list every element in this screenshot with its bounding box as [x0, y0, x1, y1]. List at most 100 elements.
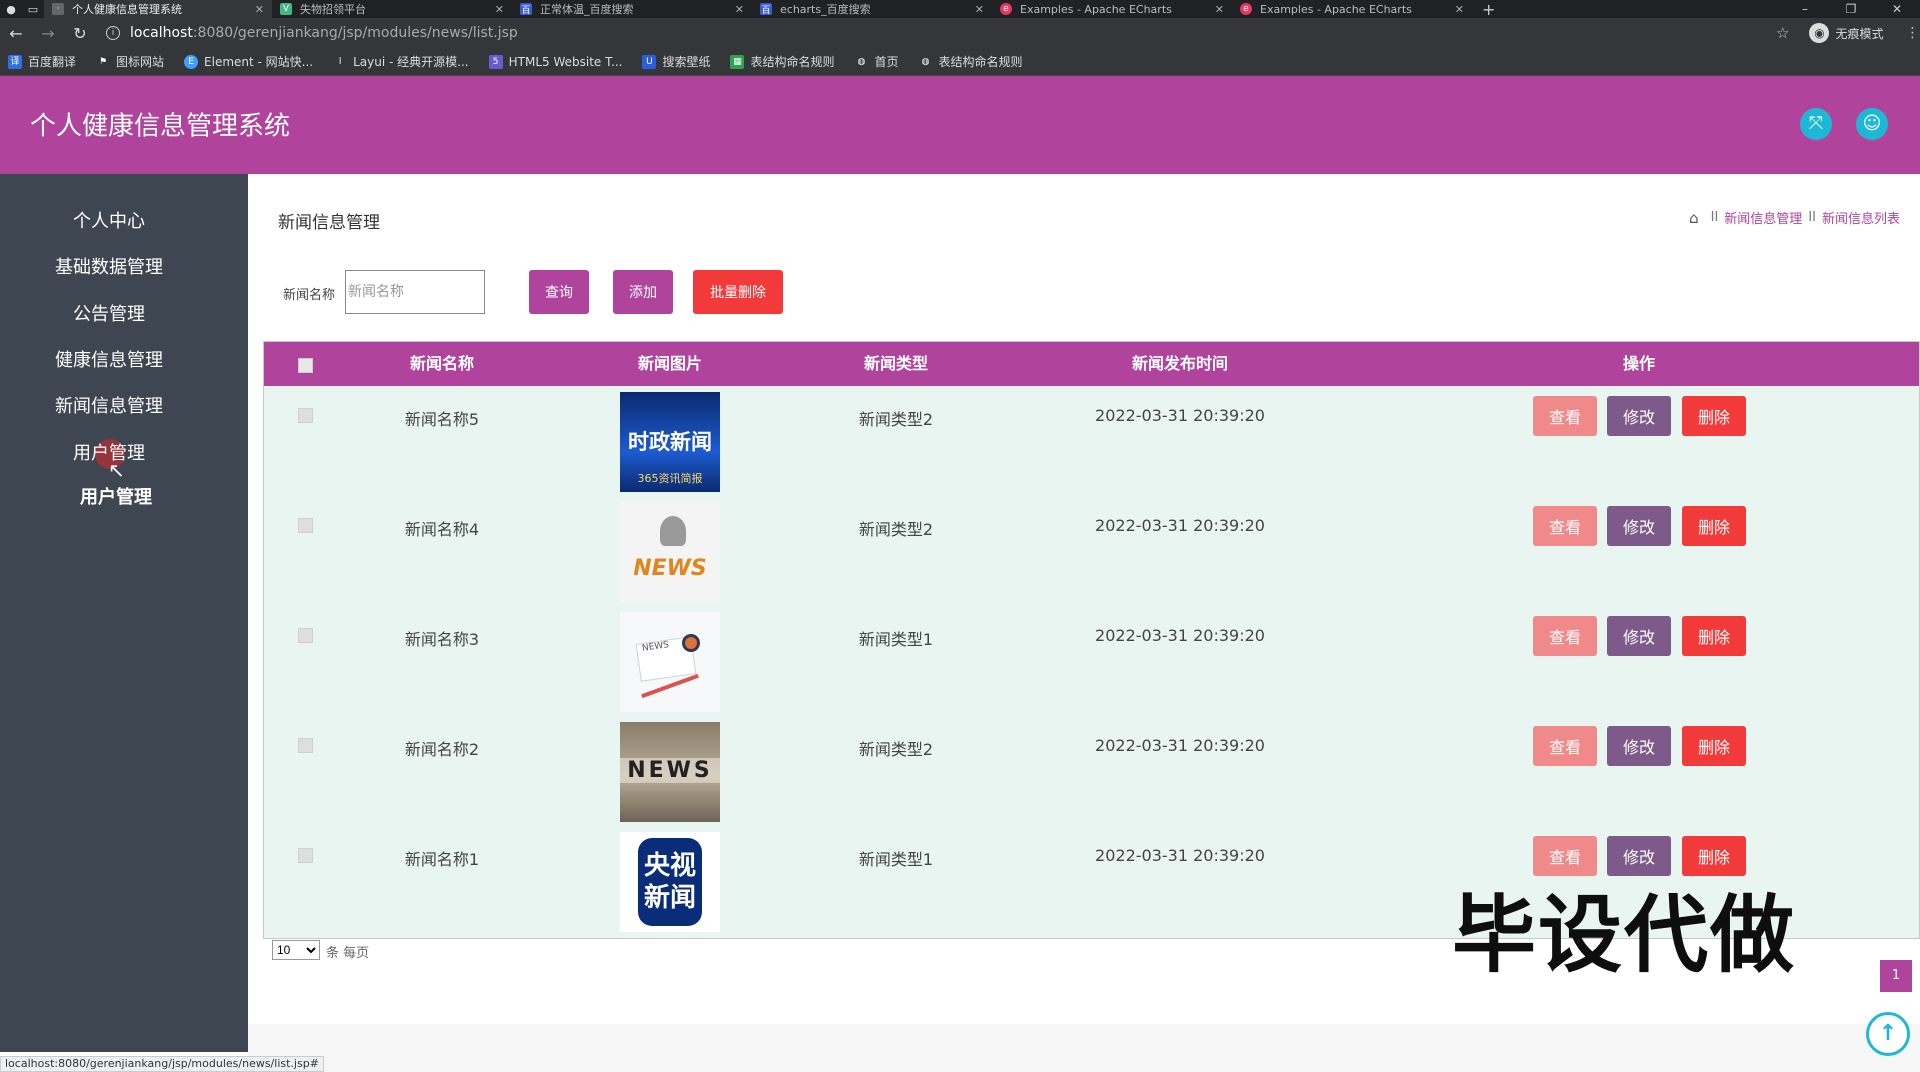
sidebar-item-basic-data[interactable]: 基础数据管理: [0, 253, 218, 279]
page-size-select[interactable]: 10: [272, 940, 320, 960]
bookmark-item[interactable]: ▦ 表结构命名规则: [730, 53, 834, 70]
view-button[interactable]: 查看: [1533, 506, 1597, 546]
edit-button[interactable]: 修改: [1607, 396, 1671, 436]
browser-tab[interactable]: e Examples - Apache ECharts ✕: [1232, 0, 1472, 18]
browser-tab[interactable]: 百 echarts_百度搜索 ✕: [752, 0, 992, 18]
bookmark-item[interactable]: ⚑ 图标网站: [96, 53, 164, 70]
add-button[interactable]: 添加: [613, 270, 673, 314]
forward-icon[interactable]: →: [32, 24, 64, 43]
tab-close-icon[interactable]: ✕: [1215, 3, 1224, 16]
row-checkbox[interactable]: [298, 518, 313, 533]
sidebar-item-personal-center[interactable]: 个人中心: [0, 207, 218, 233]
news-type: 新闻类型2: [858, 520, 934, 539]
bookmark-item[interactable]: U 搜索壁纸: [642, 53, 710, 70]
news-name: 新闻名称2: [404, 740, 480, 759]
tab-close-icon[interactable]: ✕: [975, 3, 984, 16]
tab-close-icon[interactable]: ✕: [1455, 3, 1464, 16]
news-time: 2022-03-31 20:39:20: [1095, 736, 1265, 755]
news-time: 2022-03-31 20:39:20: [1095, 626, 1265, 645]
news-image: 时政新闻 365资讯简报: [620, 392, 720, 492]
breadcrumb-item[interactable]: 新闻信息列表: [1822, 208, 1900, 227]
reload-icon[interactable]: ↻: [64, 24, 96, 43]
bookmarks-bar: 译百度翻译 ⚑ 图标网站 E Element - 网站快... l Layui - 经…: [0, 48, 1920, 76]
sidebar: 个人中心 基础数据管理 公告管理 健康信息管理 新闻信息管理 用户管理 ↖ 用户…: [0, 174, 248, 1052]
page-size-label: 条 每页: [326, 946, 370, 961]
tab-label: Examples - Apache ECharts: [1260, 2, 1412, 16]
news-type: 新闻类型2: [858, 410, 934, 429]
sidebar-item-news-info[interactable]: 新闻信息管理: [0, 392, 218, 418]
bookmark-item[interactable]: ◍ 首页: [854, 53, 899, 70]
bookmark-item[interactable]: E Element - 网站快...: [184, 53, 313, 70]
delete-button[interactable]: 删除: [1682, 616, 1746, 656]
sidebar-item-health-info[interactable]: 健康信息管理: [0, 346, 218, 372]
browser-tab[interactable]: V 失物招领平台 ✕: [272, 0, 512, 18]
search-input[interactable]: [345, 270, 485, 314]
edit-button[interactable]: 修改: [1607, 726, 1671, 766]
row-checkbox[interactable]: [298, 848, 313, 863]
home-icon[interactable]: ⌂: [1689, 209, 1699, 227]
table-row: 新闻名称4 NEWS 新闻类型2 2022-03-31 20:39:20 查看 …: [264, 498, 1919, 608]
news-time: 2022-03-31 20:39:20: [1095, 846, 1265, 865]
bookmark-item[interactable]: 5 HTML5 Website T...: [488, 54, 622, 69]
view-button[interactable]: 查看: [1533, 396, 1597, 436]
url-path: :8080/gerenjiankang/jsp/modules/news/lis…: [192, 25, 518, 41]
browser-tab[interactable]: 百 正常体温_百度搜索 ✕: [512, 0, 752, 18]
back-icon[interactable]: ←: [0, 24, 32, 43]
browser-menu-icon[interactable]: ●: [0, 0, 22, 18]
bookmark-label: 表结构命名规则: [938, 55, 1023, 69]
bookmark-label: 表结构命名规则: [750, 55, 835, 69]
delete-button[interactable]: 删除: [1682, 506, 1746, 546]
bookmark-item[interactable]: l Layui - 经典开源模...: [333, 53, 469, 70]
tab-close-icon[interactable]: ✕: [255, 3, 264, 16]
url-field[interactable]: i localhost:8080/gerenjiankang/jsp/modul…: [106, 20, 1766, 46]
browser-tab[interactable]: · 个人健康信息管理系统 ✕: [44, 0, 272, 18]
browser-tab[interactable]: e Examples - Apache ECharts ✕: [992, 0, 1232, 18]
minimize-icon[interactable]: –: [1782, 0, 1828, 18]
batch-delete-button[interactable]: 批量删除: [693, 270, 783, 314]
site-info-icon[interactable]: i: [106, 26, 120, 40]
news-type: 新闻类型1: [858, 630, 934, 649]
user-avatar-icon[interactable]: ☺: [1856, 108, 1888, 140]
close-window-icon[interactable]: ✕: [1874, 0, 1920, 18]
breadcrumb-item[interactable]: 新闻信息管理: [1724, 208, 1802, 227]
delete-button[interactable]: 删除: [1682, 726, 1746, 766]
news-name: 新闻名称4: [404, 520, 480, 539]
image-caption: 时政新闻: [628, 430, 712, 454]
image-caption: NEWS: [633, 556, 707, 581]
watermark-text: 毕设代做: [1452, 886, 1797, 984]
tab-close-icon[interactable]: ✕: [495, 3, 504, 16]
browser-tab-bar: ● ▭ · 个人健康信息管理系统 ✕ V 失物招领平台 ✕ 百 正常体温_百度搜…: [0, 0, 1920, 19]
row-checkbox[interactable]: [298, 738, 313, 753]
bookmark-item[interactable]: ◍ 表结构命名规则: [919, 53, 1023, 70]
edit-button[interactable]: 修改: [1607, 506, 1671, 546]
tab-overview-icon[interactable]: ▭: [22, 0, 44, 18]
query-button[interactable]: 查询: [529, 270, 589, 314]
news-image: NEWS: [620, 612, 720, 712]
wallpaper-icon: U: [642, 54, 657, 69]
sidebar-subitem-users[interactable]: 用户管理: [0, 483, 232, 509]
tab-label: Examples - Apache ECharts: [1020, 2, 1172, 16]
restore-icon[interactable]: ❐: [1828, 0, 1874, 18]
page-number-current[interactable]: 1: [1880, 960, 1912, 992]
incognito-indicator[interactable]: ◉ 无痕模式: [1809, 23, 1883, 43]
tab-close-icon[interactable]: ✕: [735, 3, 744, 16]
tab-label: 失物招领平台: [300, 3, 366, 16]
edit-button[interactable]: 修改: [1607, 616, 1671, 656]
globe-icon: ◍: [857, 56, 866, 67]
footer-strip: [248, 1024, 1920, 1072]
browser-menu-kebab-icon[interactable]: ⋮: [1905, 25, 1919, 41]
new-tab-icon[interactable]: +: [1482, 0, 1495, 19]
bookmark-label: 搜索壁纸: [662, 55, 711, 69]
select-all-checkbox[interactable]: [298, 358, 313, 373]
sidebar-item-announcements[interactable]: 公告管理: [0, 300, 218, 326]
delete-button[interactable]: 删除: [1682, 396, 1746, 436]
back-to-top-icon[interactable]: ↑: [1866, 1012, 1910, 1056]
bookmark-item[interactable]: 译百度翻译: [8, 53, 76, 70]
row-checkbox[interactable]: [298, 408, 313, 423]
bookmark-star-icon[interactable]: ☆: [1776, 24, 1789, 42]
fullscreen-icon[interactable]: ⤧: [1800, 108, 1832, 140]
view-button[interactable]: 查看: [1533, 726, 1597, 766]
view-button[interactable]: 查看: [1533, 616, 1597, 656]
app-title: 个人健康信息管理系统: [30, 111, 291, 142]
row-checkbox[interactable]: [298, 628, 313, 643]
